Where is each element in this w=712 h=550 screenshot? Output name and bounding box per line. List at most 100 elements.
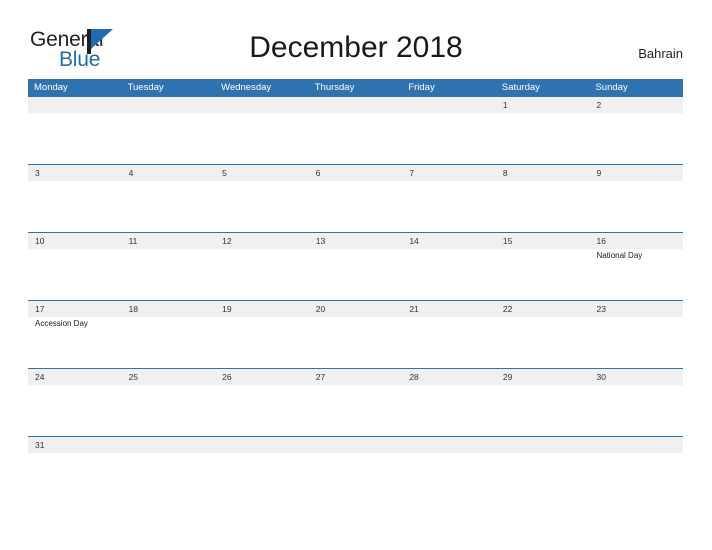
- day-number[interactable]: 15: [496, 233, 590, 249]
- day-cell[interactable]: [28, 181, 122, 232]
- day-number[interactable]: 18: [122, 301, 216, 317]
- day-number[interactable]: 21: [402, 301, 496, 317]
- day-number[interactable]: [589, 437, 683, 453]
- day-number[interactable]: [28, 97, 122, 113]
- day-cell[interactable]: [589, 385, 683, 436]
- weekday-header-saturday: Saturday: [501, 82, 540, 93]
- day-number[interactable]: 9: [589, 165, 683, 181]
- day-cell[interactable]: [402, 181, 496, 232]
- week-row: 10 11 12 13 14 15 16 National Day: [28, 232, 683, 300]
- day-number[interactable]: 24: [28, 369, 122, 385]
- day-number[interactable]: 3: [28, 165, 122, 181]
- day-number[interactable]: 13: [309, 233, 403, 249]
- week-event-band: [28, 113, 683, 164]
- weekday-header-sunday: Sunday: [595, 82, 628, 93]
- day-cell[interactable]: [496, 385, 590, 436]
- weekday-header-row: Monday Tuesday Wednesday Thursday Friday…: [28, 79, 683, 96]
- day-cell[interactable]: [589, 317, 683, 368]
- day-cell[interactable]: [589, 113, 683, 164]
- day-cell[interactable]: National Day: [589, 249, 683, 300]
- day-cell[interactable]: [402, 249, 496, 300]
- day-number[interactable]: [402, 97, 496, 113]
- day-number[interactable]: 16: [589, 233, 683, 249]
- week-number-band: 1 2: [28, 97, 683, 113]
- weekday-header-thursday: Thursday: [314, 82, 355, 93]
- day-number[interactable]: 12: [215, 233, 309, 249]
- day-number[interactable]: [122, 97, 216, 113]
- day-number[interactable]: 19: [215, 301, 309, 317]
- day-number[interactable]: 8: [496, 165, 590, 181]
- weekday-header-tuesday: Tuesday: [127, 82, 164, 93]
- day-number[interactable]: [215, 97, 309, 113]
- day-cell[interactable]: [309, 113, 403, 164]
- day-cell[interactable]: [28, 113, 122, 164]
- day-number[interactable]: 22: [496, 301, 590, 317]
- day-cell[interactable]: [402, 317, 496, 368]
- week-number-band: 24 25 26 27 28 29 30: [28, 369, 683, 385]
- day-number[interactable]: 23: [589, 301, 683, 317]
- week-row: 17 18 19 20 21 22 23 Accession Day: [28, 300, 683, 368]
- weekday-header-monday: Monday: [34, 82, 68, 93]
- week-row: 31: [28, 436, 683, 453]
- day-number[interactable]: 14: [402, 233, 496, 249]
- day-cell[interactable]: [496, 317, 590, 368]
- day-cell[interactable]: [215, 113, 309, 164]
- day-cell[interactable]: [589, 181, 683, 232]
- day-number[interactable]: 5: [215, 165, 309, 181]
- calendar-grid: Monday Tuesday Wednesday Thursday Friday…: [28, 79, 683, 453]
- week-event-band: [28, 181, 683, 232]
- day-cell[interactable]: [309, 249, 403, 300]
- weekday-header-wednesday: Wednesday: [221, 82, 272, 93]
- day-cell[interactable]: [496, 181, 590, 232]
- day-number[interactable]: [122, 437, 216, 453]
- day-cell[interactable]: [215, 181, 309, 232]
- week-number-band: 17 18 19 20 21 22 23: [28, 301, 683, 317]
- day-cell[interactable]: [122, 317, 216, 368]
- day-event: Accession Day: [35, 319, 88, 328]
- day-cell[interactable]: [28, 385, 122, 436]
- day-cell[interactable]: [122, 113, 216, 164]
- day-number[interactable]: 29: [496, 369, 590, 385]
- day-number[interactable]: [309, 437, 403, 453]
- day-cell[interactable]: [215, 249, 309, 300]
- day-cell[interactable]: [215, 385, 309, 436]
- day-number[interactable]: 1: [496, 97, 590, 113]
- day-number[interactable]: 11: [122, 233, 216, 249]
- day-number[interactable]: [496, 437, 590, 453]
- day-number[interactable]: 27: [309, 369, 403, 385]
- day-cell[interactable]: [215, 317, 309, 368]
- day-number[interactable]: 31: [28, 437, 122, 453]
- day-number[interactable]: 2: [589, 97, 683, 113]
- day-cell[interactable]: [402, 385, 496, 436]
- page-header: General Blue December 2018 Bahrain: [0, 0, 712, 79]
- day-number[interactable]: 10: [28, 233, 122, 249]
- day-cell[interactable]: [122, 249, 216, 300]
- day-cell[interactable]: [122, 181, 216, 232]
- day-number[interactable]: 6: [309, 165, 403, 181]
- week-event-band: National Day: [28, 249, 683, 300]
- day-number[interactable]: 30: [589, 369, 683, 385]
- day-cell[interactable]: [309, 317, 403, 368]
- week-row: 24 25 26 27 28 29 30: [28, 368, 683, 436]
- day-cell[interactable]: [28, 249, 122, 300]
- day-number[interactable]: 20: [309, 301, 403, 317]
- day-number[interactable]: 4: [122, 165, 216, 181]
- week-event-band: Accession Day: [28, 317, 683, 368]
- day-number[interactable]: 28: [402, 369, 496, 385]
- day-number[interactable]: 25: [122, 369, 216, 385]
- region-label: Bahrain: [638, 46, 683, 61]
- week-number-band: 31: [28, 437, 683, 453]
- day-cell[interactable]: [122, 385, 216, 436]
- day-number[interactable]: [309, 97, 403, 113]
- day-cell[interactable]: [402, 113, 496, 164]
- day-number[interactable]: 26: [215, 369, 309, 385]
- day-number[interactable]: 7: [402, 165, 496, 181]
- day-cell[interactable]: [496, 113, 590, 164]
- day-cell[interactable]: [309, 181, 403, 232]
- day-cell[interactable]: [496, 249, 590, 300]
- day-number[interactable]: 17: [28, 301, 122, 317]
- day-cell[interactable]: Accession Day: [28, 317, 122, 368]
- day-cell[interactable]: [309, 385, 403, 436]
- day-number[interactable]: [402, 437, 496, 453]
- day-number[interactable]: [215, 437, 309, 453]
